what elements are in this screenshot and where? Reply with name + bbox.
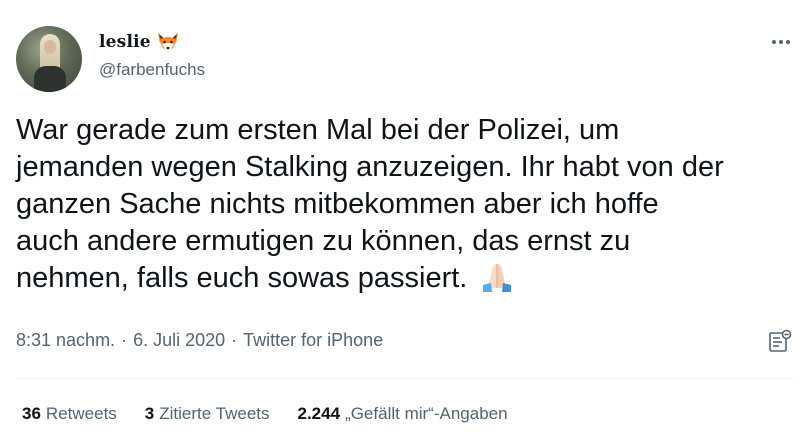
tweet-text: War gerade zum ersten Mal bei der Polize… [16,114,724,294]
tweet-source[interactable]: Twitter for iPhone [243,330,383,351]
avatar[interactable] [16,26,82,92]
more-dot [779,40,783,44]
likes-stat[interactable]: 2.244 „Gefällt mir“-Angaben [298,404,508,424]
tweet-stats: 36 Retweets 3 Zitierte Tweets 2.244 „Gefäll… [22,404,508,424]
likes-label: „Gefällt mir“-Angaben [345,404,508,423]
retweets-count: 36 [22,404,41,423]
quotes-stat[interactable]: 3 Zitierte Tweets [145,404,270,424]
folded-hands-icon [477,261,517,293]
author-handle[interactable]: @farbenfuchs [99,60,205,80]
meta-separator: · [121,330,128,350]
retweets-label: Retweets [45,404,117,423]
more-dot [772,40,776,44]
analytics-icon[interactable] [767,328,793,354]
tweet: leslie @farbenfuchs War gerade zum erste… [0,0,809,437]
avatar-face [44,40,56,54]
fox-face-icon [156,32,180,52]
divider [16,378,793,379]
tweet-text-block: War gerade zum ersten Mal bei der Polize… [16,112,791,297]
tweet-meta: 8:31 nachm. · 6. Juli 2020 · Twitter for… [16,330,383,351]
more-options-icon[interactable] [769,32,793,52]
quotes-count: 3 [144,404,155,423]
tweet-timestamp[interactable]: 8:31 nachm. [16,330,115,351]
tweet-date[interactable]: 6. Juli 2020 [133,330,225,351]
author-name-row[interactable]: leslie [99,32,180,52]
likes-count: 2.244 [297,404,341,423]
more-dot [786,40,790,44]
author-display-name[interactable]: leslie [99,32,151,52]
meta-separator: · [231,330,238,350]
avatar-body [34,66,66,92]
quotes-label: Zitierte Tweets [159,404,270,423]
retweets-stat[interactable]: 36 Retweets [22,404,117,424]
